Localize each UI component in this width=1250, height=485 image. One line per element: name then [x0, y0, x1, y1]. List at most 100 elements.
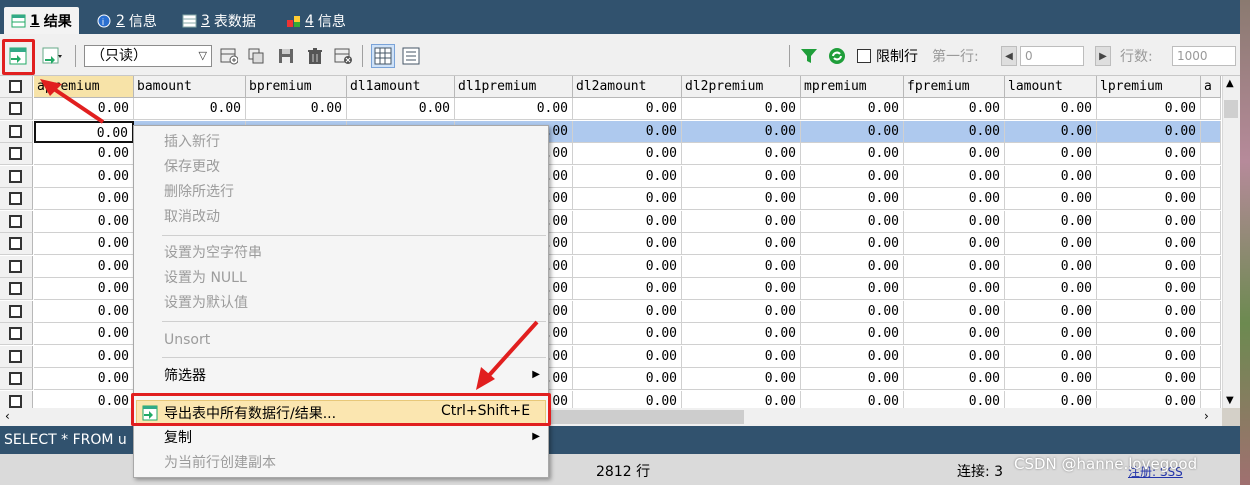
table-cell[interactable]: 0.00 [682, 188, 801, 210]
next-page-button[interactable]: ▶ [1095, 46, 1111, 66]
table-cell[interactable]: 0.00 [573, 210, 682, 233]
table-cell[interactable]: 0.00 [1005, 323, 1097, 345]
table-cell[interactable]: 0.00 [1005, 345, 1097, 368]
table-cell[interactable]: 0.00 [801, 120, 904, 143]
table-cell[interactable]: 0.00 [573, 165, 682, 188]
table-cell[interactable]: 0.00 [801, 323, 904, 345]
table-cell[interactable]: 0.00 [1005, 210, 1097, 233]
table-cell[interactable]: 0.00 [1005, 165, 1097, 188]
row-checkbox[interactable] [9, 282, 22, 295]
table-cell[interactable]: 0.00 [801, 390, 904, 408]
table-cell[interactable] [1201, 120, 1221, 143]
column-header-mpremium[interactable]: mpremium [801, 76, 904, 98]
table-cell[interactable]: 0.00 [1097, 345, 1201, 368]
table-cell[interactable]: 0.00 [682, 278, 801, 300]
menu-item-copy[interactable]: 复制 [164, 428, 192, 448]
table-cell[interactable] [1201, 390, 1221, 408]
row-checkbox[interactable] [9, 394, 22, 408]
table-cell[interactable] [1201, 143, 1221, 165]
table-cell[interactable] [1201, 98, 1221, 120]
row-checkbox[interactable] [9, 214, 22, 228]
table-cell[interactable]: 0.00 [573, 278, 682, 300]
table-cell[interactable]: 0.00 [682, 143, 801, 165]
table-cell[interactable]: 0.00 [1005, 300, 1097, 323]
row-checkbox[interactable] [9, 237, 22, 250]
table-cell[interactable]: 0.00 [573, 390, 682, 408]
refresh-button[interactable] [827, 46, 847, 66]
text-view-button[interactable] [401, 46, 421, 66]
table-cell[interactable]: 0.00 [246, 98, 347, 120]
table-cell[interactable]: 0.00 [573, 368, 682, 390]
table-cell[interactable]: 0.00 [904, 98, 1005, 120]
column-header-dl1amount[interactable]: dl1amount [347, 76, 455, 98]
table-cell[interactable]: 0.00 [682, 255, 801, 278]
table-cell[interactable]: 0.00 [682, 233, 801, 255]
table-cell[interactable]: 0.00 [904, 323, 1005, 345]
menu-item-save-changes[interactable]: 保存更改 [164, 157, 220, 177]
table-cell[interactable]: 0.00 [34, 368, 134, 390]
table-cell[interactable]: 0.00 [1005, 188, 1097, 210]
table-cell[interactable]: 0.00 [801, 345, 904, 368]
menu-item-duplicate-row[interactable]: 为当前行创建副本 [164, 453, 276, 473]
horizontal-scroll-thumb[interactable] [548, 410, 744, 424]
mode-select[interactable]: （只读） ▽ [84, 45, 212, 67]
table-cell[interactable] [1201, 255, 1221, 278]
table-cell[interactable]: 0.00 [34, 143, 134, 165]
table-cell[interactable] [1201, 210, 1221, 233]
row-checkbox[interactable] [9, 259, 22, 273]
table-cell[interactable]: 0.00 [134, 98, 246, 120]
table-cell[interactable]: 0.00 [1005, 390, 1097, 408]
table-cell[interactable]: 0.00 [1097, 210, 1201, 233]
tab-info[interactable]: i 2 信息 [90, 7, 164, 34]
table-cell[interactable] [1201, 300, 1221, 323]
table-cell[interactable]: 0.00 [801, 300, 904, 323]
cancel-changes-button[interactable] [333, 46, 353, 66]
row-checkbox[interactable] [9, 169, 22, 183]
row-checkbox[interactable] [9, 124, 22, 138]
table-cell[interactable]: 0.00 [801, 188, 904, 210]
table-cell[interactable] [1201, 278, 1221, 300]
table-cell[interactable]: 0.00 [1097, 98, 1201, 120]
column-header-dl2premium[interactable]: dl2premium [682, 76, 801, 98]
table-cell[interactable]: 0.00 [904, 345, 1005, 368]
row-checkbox[interactable] [9, 102, 22, 115]
table-cell[interactable] [1201, 323, 1221, 345]
table-cell[interactable]: 0.00 [1097, 278, 1201, 300]
column-header-lpremium[interactable]: lpremium [1097, 76, 1201, 98]
table-cell[interactable]: 0.00 [1097, 165, 1201, 188]
table-cell[interactable]: 0.00 [801, 278, 904, 300]
table-cell[interactable] [1201, 188, 1221, 210]
table-cell[interactable]: 0.00 [682, 210, 801, 233]
menu-item-filter[interactable]: 筛选器 [164, 366, 206, 386]
table-cell[interactable]: 0.00 [573, 120, 682, 143]
table-cell[interactable]: 0.00 [682, 98, 801, 120]
table-cell[interactable]: 0.00 [1097, 368, 1201, 390]
table-cell[interactable]: 0.00 [801, 368, 904, 390]
table-cell[interactable]: 0.00 [347, 98, 455, 120]
table-cell[interactable]: 0.00 [34, 165, 134, 188]
table-cell[interactable]: 0.00 [801, 165, 904, 188]
table-cell[interactable]: 0.00 [1005, 255, 1097, 278]
select-all-checkbox[interactable] [9, 80, 22, 93]
table-cell[interactable]: 0.00 [34, 210, 134, 233]
table-cell[interactable]: 0.00 [1005, 120, 1097, 143]
table-cell[interactable]: 0.00 [682, 345, 801, 368]
table-cell[interactable] [1201, 233, 1221, 255]
table-cell[interactable]: 0.00 [904, 368, 1005, 390]
table-cell[interactable]: 0.00 [904, 143, 1005, 165]
table-cell[interactable]: 0.00 [573, 323, 682, 345]
table-cell[interactable]: 0.00 [1005, 143, 1097, 165]
column-header-fpremium[interactable]: fpremium [904, 76, 1005, 98]
table-cell[interactable]: 0.00 [801, 143, 904, 165]
table-cell[interactable]: 0.00 [34, 255, 134, 278]
table-cell[interactable]: 0.00 [34, 300, 134, 323]
menu-item-delete-rows[interactable]: 删除所选行 [164, 182, 234, 202]
table-cell[interactable]: 0.00 [1005, 98, 1097, 120]
table-cell[interactable]: 0.00 [682, 390, 801, 408]
save-button[interactable] [276, 46, 296, 66]
table-cell[interactable]: 0.00 [904, 390, 1005, 408]
first-row-input[interactable]: 0 [1020, 46, 1084, 66]
table-cell[interactable]: 0.00 [1005, 368, 1097, 390]
insert-row-button[interactable] [219, 46, 239, 66]
delete-button[interactable] [305, 46, 325, 66]
